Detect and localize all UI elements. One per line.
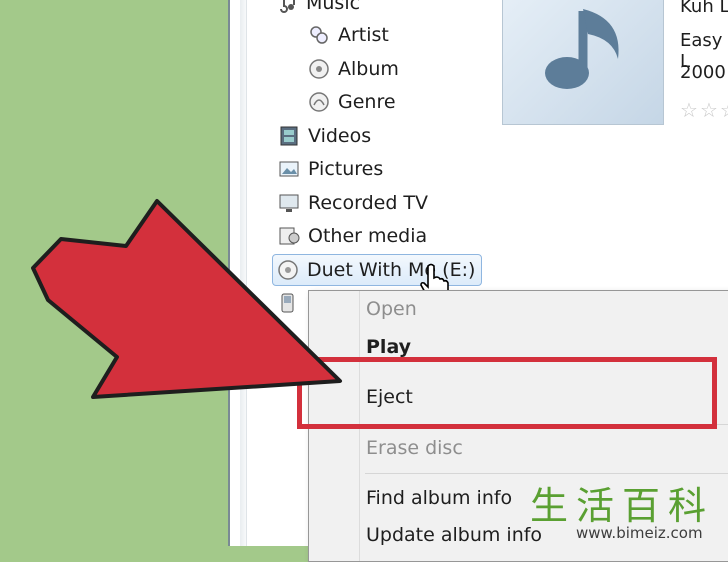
watermark: 生 活 百 科 www.bimeiz.com (530, 484, 728, 546)
watermark-char: 科 (668, 484, 707, 528)
watermark-url: www.bimeiz.com (576, 524, 703, 542)
watermark-char: 活 (576, 484, 615, 528)
red-arrow-icon (31, 199, 342, 399)
watermark-char: 生 (530, 484, 569, 528)
watermark-char: 百 (622, 484, 661, 528)
